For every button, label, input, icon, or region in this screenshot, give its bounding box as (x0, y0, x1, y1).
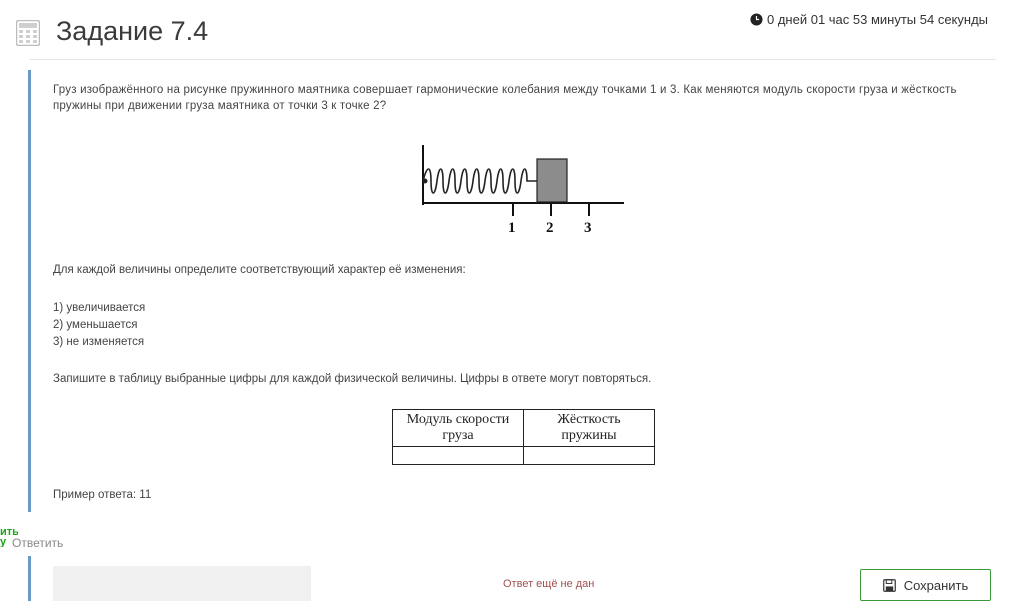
table-header-speed: Модуль скорости груза (392, 409, 524, 447)
task-block: Груз изображённого на рисунке пружинного… (28, 70, 1003, 512)
option-3: 3) не изменяется (53, 336, 145, 348)
save-button[interactable]: Сохранить (860, 569, 991, 601)
point-label-3: 3 (584, 220, 592, 235)
timer: 0 дней 01 час 53 минуты 54 секунды (750, 12, 988, 27)
reply-label: Ответить (12, 536, 64, 550)
save-button-label: Сохранить (903, 577, 969, 593)
instruction-text: Для каждой величины определите соответст… (53, 264, 466, 276)
page-title: Задание 7.4 (56, 16, 209, 46)
answer-cell-stiffness (523, 446, 655, 465)
calculator-icon (16, 20, 40, 46)
table-instruction: Запишите в таблицу выбранные цифры для к… (53, 373, 652, 385)
header-divider (30, 59, 996, 60)
answer-block: Ответ ещё не дан Сохранить (28, 556, 1003, 601)
option-1: 1) увеличивается (53, 302, 146, 314)
spring-pendulum-figure: 1 2 3 (422, 145, 624, 235)
point-label-2: 2 (546, 220, 554, 235)
header: Задание 7.4 0 дней 01 час 53 минуты 54 с… (0, 0, 1010, 62)
answer-status: Ответ ещё не дан (503, 578, 595, 590)
option-2: 2) уменьшается (53, 319, 138, 331)
point-label-1: 1 (508, 220, 516, 235)
table-header-stiffness: Жёсткость пружины (523, 409, 655, 447)
question-text: Груз изображённого на рисунке пружинного… (53, 84, 957, 112)
answer-input[interactable] (53, 566, 311, 601)
clock-icon (750, 13, 763, 26)
answer-cell-speed (392, 446, 524, 465)
answer-table: Модуль скорости груза Жёсткость пружины (392, 409, 655, 465)
timer-text: 0 дней 01 час 53 минуты 54 секунды (767, 12, 988, 27)
example-answer: Пример ответа: 11 (53, 489, 152, 501)
floppy-disk-icon (882, 578, 896, 592)
